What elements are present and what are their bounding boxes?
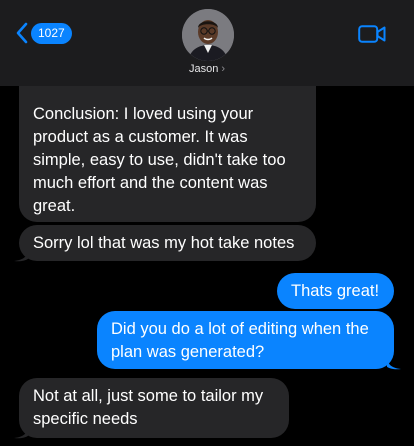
message-bubble-incoming[interactable]: Not at all, just some to tailor my speci… — [19, 378, 289, 438]
back-button[interactable]: 1027 — [16, 22, 72, 44]
conversation-header: 1027 Jason › — [0, 0, 414, 86]
bubble-tail — [14, 425, 28, 439]
chevron-left-icon — [16, 22, 28, 44]
message-text: Thats great! — [291, 282, 380, 300]
message-text: Conclusion: I loved using your product a… — [33, 105, 286, 215]
contact-name: Jason — [188, 63, 219, 75]
message-bubble-incoming[interactable]: Conclusion: I loved using your product a… — [19, 86, 316, 222]
avatar-image — [182, 9, 234, 61]
message-bubble-outgoing[interactable]: Did you do a lot of editing when the pla… — [97, 311, 394, 369]
chevron-right-icon: › — [221, 63, 226, 75]
avatar[interactable] — [182, 9, 234, 61]
message-text: Did you do a lot of editing when the pla… — [111, 320, 369, 361]
unread-count-badge: 1027 — [31, 22, 72, 44]
contact-name-button[interactable]: Jason › — [0, 63, 414, 75]
message-text: Not at all, just some to tailor my speci… — [33, 387, 264, 428]
message-bubble-outgoing[interactable]: Thats great! — [277, 273, 394, 309]
message-text: Sorry lol that was my hot take notes — [33, 234, 295, 252]
facetime-button[interactable] — [358, 24, 386, 49]
video-camera-icon — [358, 25, 386, 43]
bubble-tail — [387, 356, 401, 370]
bubble-tail — [14, 248, 28, 262]
message-bubble-incoming[interactable]: Sorry lol that was my hot take notes — [19, 225, 316, 261]
